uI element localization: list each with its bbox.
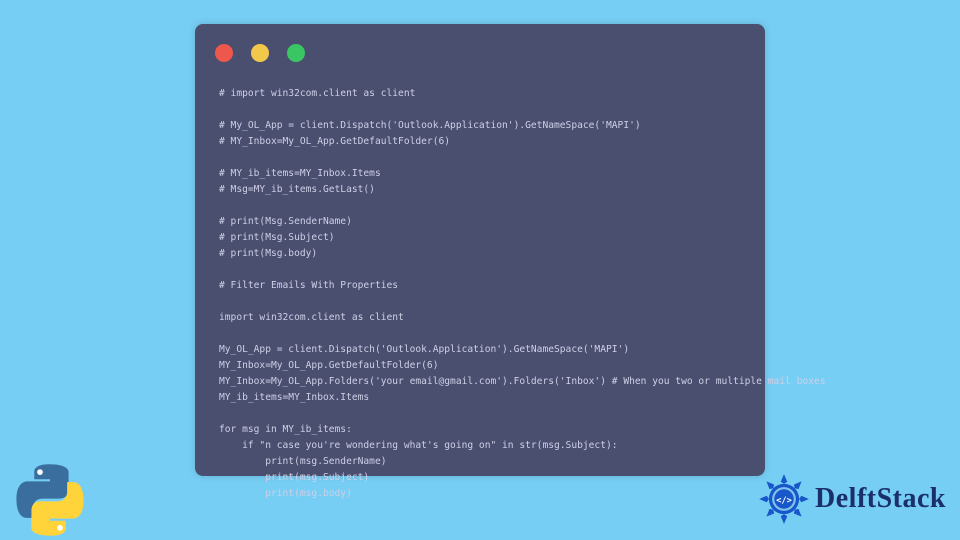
page-root: # import win32com.client as client # My_… [0,0,960,540]
window-controls [215,44,305,62]
minimize-icon [251,44,269,62]
code-block: # import win32com.client as client # My_… [219,86,741,502]
maximize-icon [287,44,305,62]
svg-text:</>: </> [776,496,792,506]
brand-block: </> DelftStack [757,472,946,526]
python-logo-icon [10,460,90,540]
close-icon [215,44,233,62]
brand-logo-icon: </> [757,472,811,526]
brand-text: DelftStack [815,483,946,515]
code-card: # import win32com.client as client # My_… [195,24,765,476]
